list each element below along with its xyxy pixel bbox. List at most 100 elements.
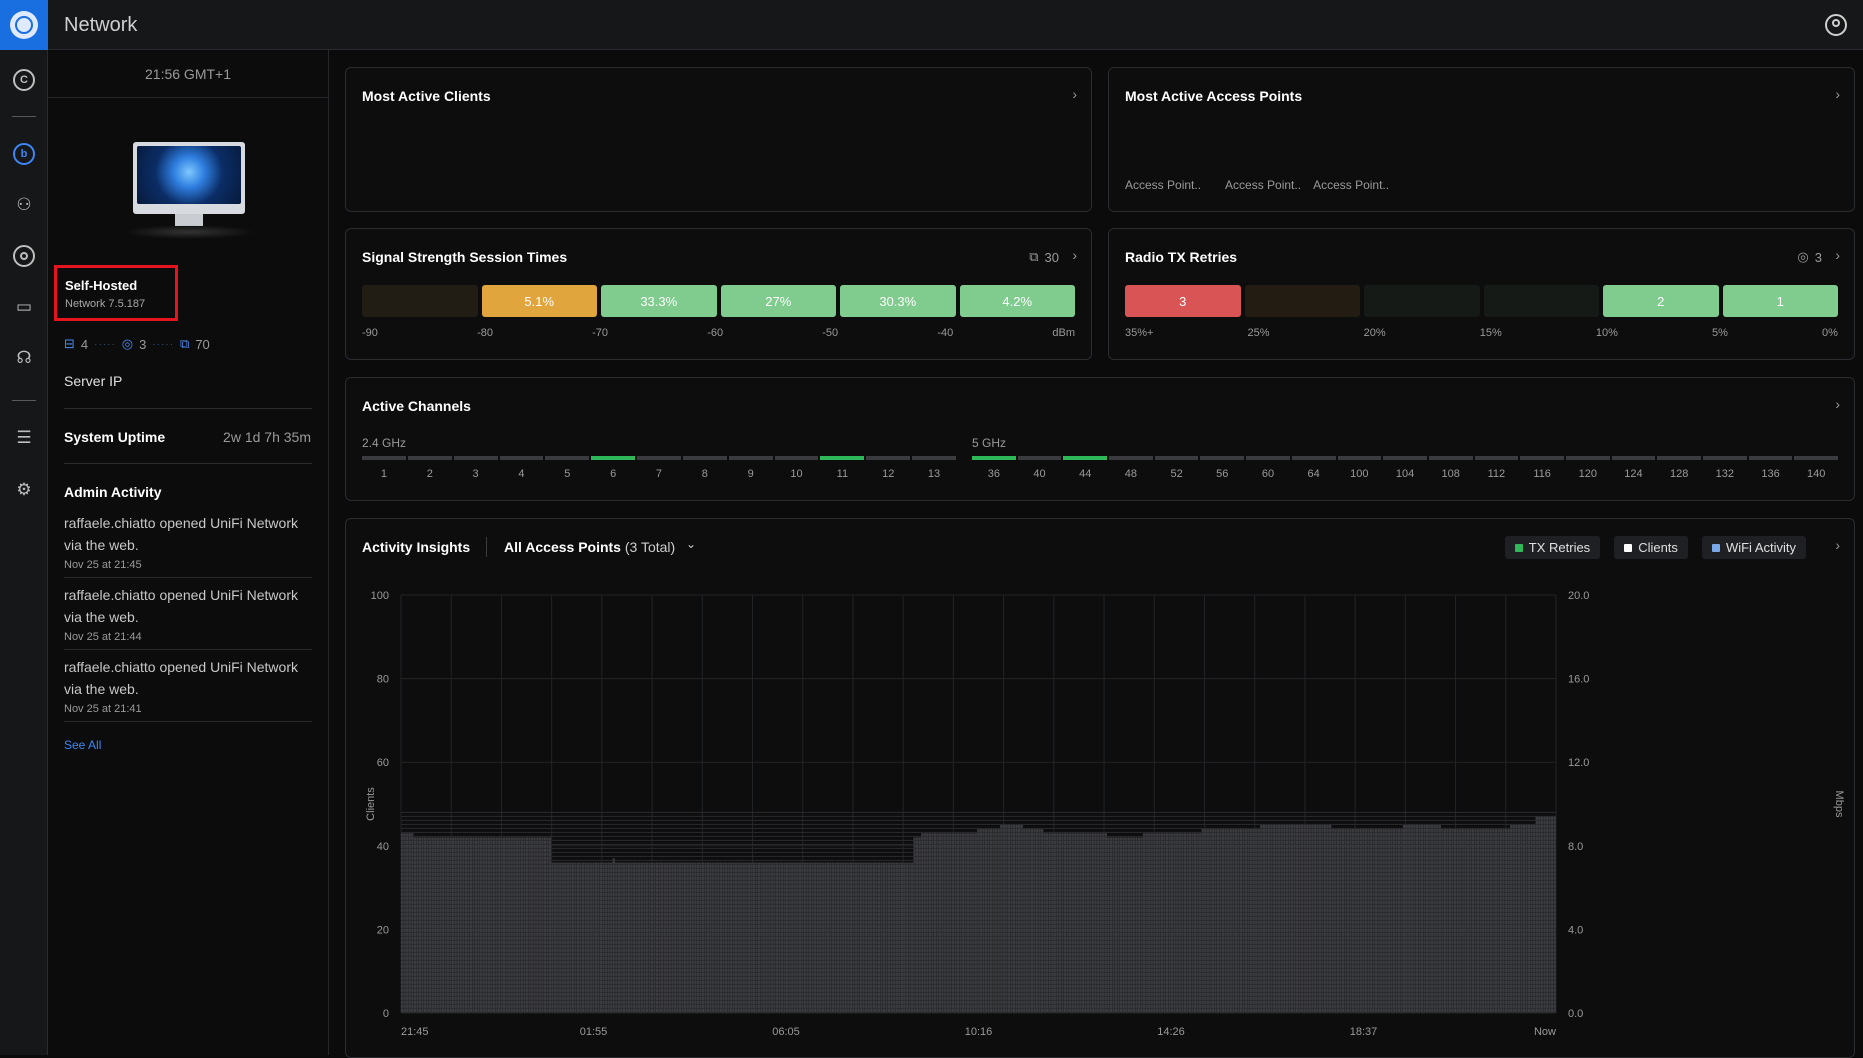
clients-bar [510, 837, 513, 1013]
signal-segment[interactable] [362, 285, 478, 317]
channel-116[interactable]: 116 [1520, 456, 1564, 480]
channel-140[interactable]: 140 [1794, 456, 1839, 480]
channel-52[interactable]: 52 [1154, 456, 1199, 480]
clients-bar [500, 837, 503, 1013]
channel-104[interactable]: 104 [1383, 456, 1427, 480]
clients-bar [655, 862, 659, 1013]
channel-120[interactable]: 120 [1565, 456, 1610, 480]
channel-132[interactable]: 132 [1703, 456, 1747, 480]
signal-segment[interactable]: 33.3% [601, 285, 717, 317]
signal-strength-card[interactable]: Signal Strength Session Times ⧉ 30 › 5.1%… [345, 228, 1092, 360]
channel-8[interactable]: 8 [682, 456, 727, 480]
chevron-right-icon[interactable]: › [1835, 86, 1840, 102]
clients-bar [1140, 837, 1143, 1013]
clients-bar [497, 837, 501, 1013]
tx-segment[interactable] [1244, 285, 1360, 317]
signal-segment[interactable]: 5.1% [481, 285, 597, 317]
radio-tx-card[interactable]: Radio TX Retries ◎ 3 › 3 21 35%+ 25% 20% 15% 1… [1108, 228, 1855, 360]
clients-icon[interactable] [12, 244, 36, 268]
tx-segment[interactable] [1483, 285, 1599, 317]
channel-64[interactable]: 64 [1291, 456, 1336, 480]
signal-segment[interactable]: 30.3% [840, 285, 956, 317]
channel-100[interactable]: 100 [1337, 456, 1382, 480]
clients-bar [918, 837, 921, 1013]
chevron-right-icon[interactable]: › [1072, 247, 1077, 263]
most-active-aps-card[interactable]: Most Active Access Points › Access Point… [1108, 67, 1855, 212]
most-active-clients-card[interactable]: Most Active Clients › [345, 67, 1092, 212]
clients-bar [811, 862, 814, 1013]
chevron-right-icon[interactable]: › [1835, 247, 1840, 263]
tx-segment[interactable]: 1 [1722, 285, 1838, 317]
channel-10[interactable]: 10 [774, 456, 819, 480]
chevron-right-icon[interactable]: › [1835, 396, 1840, 412]
unifi-logo-icon[interactable] [0, 0, 48, 50]
axis-tick: 15% [1479, 327, 1502, 339]
clients-bar [885, 862, 888, 1013]
channel-48[interactable]: 48 [1109, 456, 1153, 480]
tx-axis: 35%+ 25% 20% 15% 10% 5% 0% [1125, 327, 1838, 339]
clients-bar [604, 862, 608, 1013]
channel-44[interactable]: 44 [1063, 456, 1108, 480]
clients-bar [686, 862, 689, 1013]
channel-1[interactable]: 1 [362, 456, 406, 480]
y-tick: 40 [377, 841, 389, 853]
channel-3[interactable]: 3 [453, 456, 498, 480]
host-title: Self-Hosted [65, 278, 138, 293]
user-account-icon[interactable] [1825, 14, 1847, 36]
clients-bar [684, 862, 687, 1013]
signal-segment[interactable]: 4.2% [959, 285, 1075, 317]
channel-60[interactable]: 60 [1246, 456, 1290, 480]
channel-36[interactable]: 36 [972, 456, 1016, 480]
clients-bar [788, 862, 791, 1013]
tx-segment[interactable]: 2 [1603, 285, 1719, 317]
settings-icon[interactable]: ⚙ [12, 478, 36, 502]
clients-bar [900, 862, 903, 1013]
channel-136[interactable]: 136 [1748, 456, 1793, 480]
clients-bar [806, 862, 809, 1013]
insights-icon[interactable]: ☊ [12, 346, 36, 370]
channel-7[interactable]: 7 [637, 456, 681, 480]
clients-bar [459, 837, 462, 1013]
channel-12[interactable]: 12 [866, 456, 911, 480]
channel-56[interactable]: 56 [1200, 456, 1245, 480]
channel-112[interactable]: 112 [1474, 456, 1519, 480]
highlight-box [54, 265, 178, 321]
channel-6[interactable]: 6 [591, 456, 636, 480]
chevron-right-icon[interactable]: › [1072, 86, 1077, 102]
channel-128[interactable]: 128 [1657, 456, 1701, 480]
channel-13[interactable]: 13 [912, 456, 956, 480]
tx-segment[interactable] [1364, 285, 1480, 317]
clients-bar [645, 862, 649, 1013]
clients-bar [719, 862, 722, 1013]
channel-40[interactable]: 40 [1017, 456, 1062, 480]
channel-2[interactable]: 2 [407, 456, 452, 480]
channel-5[interactable]: 5 [545, 456, 590, 480]
clock: 21:56 GMT+1 [48, 50, 328, 98]
active-channels-card[interactable]: Active Channels › 2.4 GHz 5 GHz 12345678… [345, 377, 1855, 501]
topology-icon[interactable]: ⚇ [12, 193, 36, 217]
signal-segment[interactable]: 27% [720, 285, 836, 317]
dashboard-icon[interactable]: C [12, 68, 36, 92]
client-count: 70 [195, 336, 210, 352]
channel-9[interactable]: 9 [728, 456, 773, 480]
tx-segment[interactable]: 3 [1125, 285, 1241, 317]
channel-124[interactable]: 124 [1611, 456, 1656, 480]
clients-bar [732, 862, 735, 1013]
logs-icon[interactable]: ☰ [12, 426, 36, 450]
channel-108[interactable]: 108 [1428, 456, 1473, 480]
axis-tick: 20% [1363, 327, 1386, 339]
channel-11[interactable]: 11 [820, 456, 865, 480]
devices-icon[interactable]: ▭ [12, 295, 36, 319]
clients-bar [673, 862, 677, 1013]
y2-tick: 16.0 [1568, 674, 1589, 686]
clients-bar [413, 837, 416, 1013]
clients-bar [1125, 837, 1128, 1013]
clients-bar [502, 837, 506, 1013]
clients-bar [831, 862, 835, 1013]
clients-bar [1109, 837, 1113, 1013]
clients-bar [913, 837, 916, 1013]
see-all-link[interactable]: See All [64, 738, 101, 752]
wifi-icon[interactable]: b [12, 142, 36, 166]
channel-4[interactable]: 4 [499, 456, 544, 480]
clients-bar [610, 862, 613, 1013]
